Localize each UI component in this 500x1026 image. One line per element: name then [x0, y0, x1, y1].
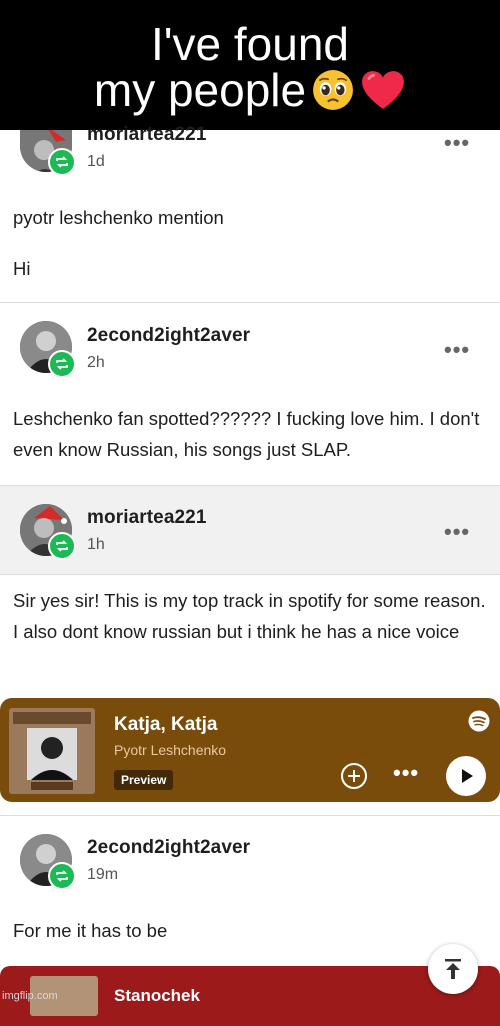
- track-title[interactable]: Stanochek: [114, 986, 200, 1006]
- track-title[interactable]: Katja, Katja: [114, 714, 217, 736]
- post-3-header: moriartea221 1h •••: [0, 486, 500, 574]
- more-options-icon[interactable]: •••: [444, 519, 470, 545]
- post-text-line-1: pyotr leshchenko mention: [13, 207, 224, 228]
- album-cover[interactable]: [9, 708, 95, 794]
- post-username[interactable]: moriartea221: [87, 124, 207, 146]
- track-artist[interactable]: Pyotr Leshchenko: [114, 742, 226, 758]
- meme-caption: I've found my people: [0, 0, 500, 130]
- spotify-embed-partial[interactable]: Stanochek: [0, 966, 500, 1026]
- watermark: imgflip.com: [2, 990, 58, 1002]
- pleading-face-emoji-icon: [313, 70, 354, 110]
- post-2: 2econd2ight2aver 2h ••• Leshchenko fan s…: [0, 303, 500, 485]
- add-icon[interactable]: [340, 762, 368, 790]
- caption-line-1: I've found: [150, 18, 350, 70]
- reblog-icon: [48, 148, 76, 176]
- spotify-embed[interactable]: Katja, Katja Pyotr Leshchenko Preview ••…: [0, 698, 500, 802]
- more-options-icon[interactable]: •••: [444, 130, 470, 156]
- divider: [0, 574, 500, 575]
- post-time: 1d: [87, 153, 105, 170]
- post-1: moriartea221 1d ••• pyotr leshchenko men…: [0, 124, 500, 302]
- more-options-icon[interactable]: •••: [393, 760, 419, 786]
- post-time: 1h: [87, 536, 105, 553]
- more-options-icon[interactable]: •••: [444, 337, 470, 363]
- post-text: Sir yes sir! This is my top track in spo…: [13, 590, 486, 642]
- reblog-icon: [48, 532, 76, 560]
- post-4: 2econd2ight2aver 19m For me it has to be: [0, 816, 500, 966]
- play-icon[interactable]: [446, 756, 486, 796]
- post-username[interactable]: moriartea221: [87, 507, 207, 529]
- scroll-to-top-icon[interactable]: [428, 944, 478, 994]
- post-text-line-2: Hi: [13, 258, 31, 279]
- post-username[interactable]: 2econd2ight2aver: [87, 325, 250, 347]
- post-text: For me it has to be: [13, 920, 168, 941]
- spotify-logo-icon[interactable]: [468, 710, 490, 732]
- caption-line-2: my people: [93, 64, 307, 116]
- reblog-icon: [48, 350, 76, 378]
- post-time: 19m: [87, 866, 119, 883]
- post-text: Leshchenko fan spotted?????? I fucking l…: [13, 408, 480, 460]
- reblog-icon: [48, 862, 76, 890]
- red-heart-emoji-icon: [362, 71, 405, 109]
- post-username[interactable]: 2econd2ight2aver: [87, 837, 250, 859]
- post-time: 2h: [87, 354, 105, 371]
- caption-line-2-row: my people: [94, 67, 406, 113]
- preview-badge: Preview: [114, 770, 174, 790]
